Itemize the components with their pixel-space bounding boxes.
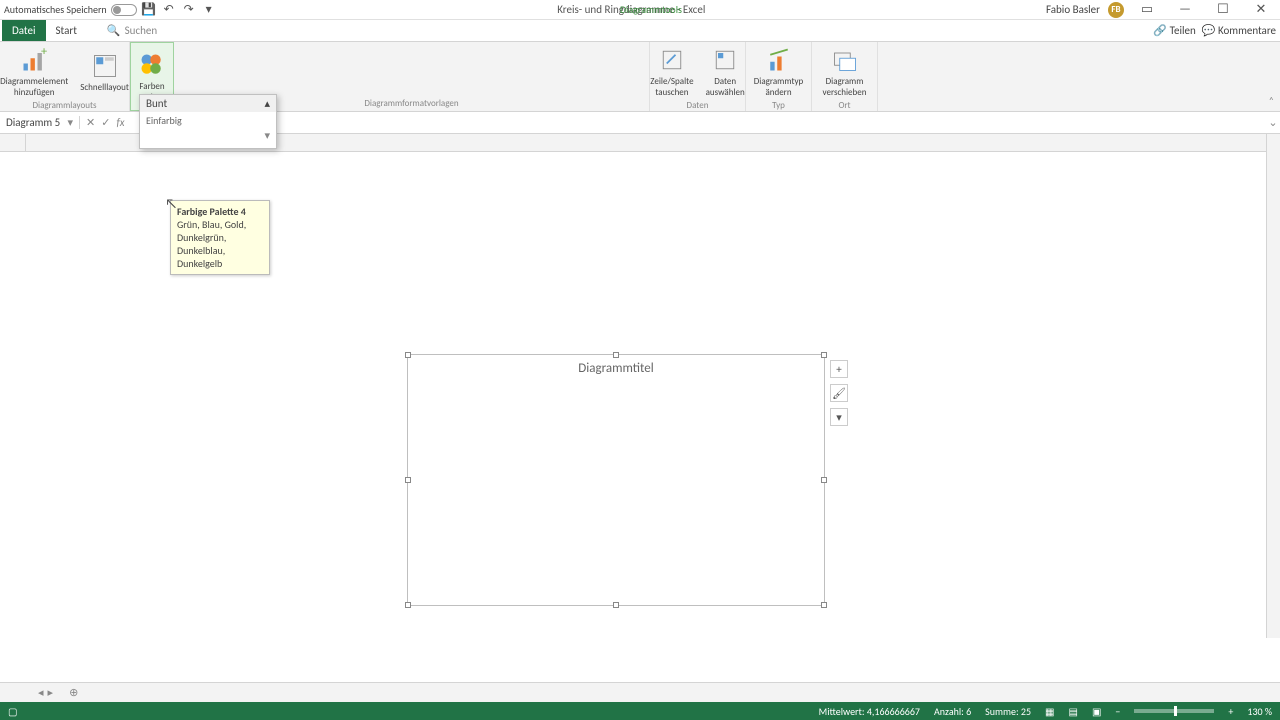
fx-icon[interactable]: fx xyxy=(116,116,124,129)
color-palette-dropdown[interactable]: Bunt▴ Einfarbig ▾ xyxy=(139,94,277,149)
palette-tooltip: Farbige Palette 4 Grün, Blau, Gold, Dunk… xyxy=(170,200,270,275)
add-chart-element-button[interactable]: + Diagrammelement hinzufügen xyxy=(0,44,72,100)
tab-file[interactable]: Datei xyxy=(2,20,46,41)
undo-icon[interactable]: ↶ xyxy=(161,2,177,18)
expand-formula-icon[interactable]: ⌄ xyxy=(1266,116,1280,129)
mouse-cursor: ↖ xyxy=(165,195,177,212)
avatar[interactable]: FB xyxy=(1108,2,1124,18)
svg-text:+: + xyxy=(41,46,47,59)
autosave-toggle[interactable]: Automatisches Speichern xyxy=(4,3,137,16)
search-box[interactable]: 🔍 Suchen xyxy=(107,24,157,37)
record-macro-icon[interactable]: ▢ xyxy=(8,705,17,718)
ribbon-tabs: Datei Start 🔍 Suchen 🔗 Teilen 💬 Kommenta… xyxy=(0,20,1280,42)
close-icon[interactable]: ✕ xyxy=(1246,2,1276,17)
qat-dropdown-icon[interactable]: ▾ xyxy=(201,2,217,18)
sheet-tab-bar: ◂ ▸ ⊕ xyxy=(0,682,1280,702)
search-icon: 🔍 xyxy=(107,24,121,37)
status-sum: Summe: 25 xyxy=(985,705,1031,718)
tab-start[interactable]: Start xyxy=(46,20,87,41)
zoom-slider[interactable] xyxy=(1134,709,1214,713)
save-icon[interactable]: 💾 xyxy=(141,2,157,18)
pie-chart[interactable] xyxy=(408,376,826,576)
group-label: Typ xyxy=(772,100,785,111)
select-data-button[interactable]: Daten auswählen xyxy=(702,44,749,100)
minimize-icon[interactable]: — xyxy=(1170,2,1200,17)
title-bar: Automatisches Speichern 💾 ↶ ↷ ▾ Kreis- u… xyxy=(0,0,1280,20)
status-average: Mittelwert: 4,166666667 xyxy=(819,705,920,718)
chart-object[interactable]: Diagrammtitel xyxy=(407,354,825,606)
collapse-ribbon-icon[interactable]: ˄ xyxy=(1269,94,1274,107)
move-chart-button[interactable]: Diagramm verschieben xyxy=(818,44,871,100)
status-bar: ▢ Mittelwert: 4,166666667 Anzahl: 6 Summ… xyxy=(0,702,1280,720)
cancel-icon[interactable]: ✕ xyxy=(86,116,95,129)
scroll-down-icon[interactable]: ▾ xyxy=(140,129,276,142)
chart-title[interactable]: Diagrammtitel xyxy=(408,355,824,376)
ribbon-options-icon[interactable]: ▭ xyxy=(1132,2,1162,17)
sheet-next-icon[interactable]: ▸ xyxy=(48,686,54,699)
status-count: Anzahl: 6 xyxy=(934,705,971,718)
group-label: Diagrammformatvorlagen xyxy=(364,98,458,109)
group-label: Daten xyxy=(687,100,709,111)
chart-elements-button[interactable]: + xyxy=(830,360,848,378)
sheet-prev-icon[interactable]: ◂ xyxy=(38,686,44,699)
maximize-icon[interactable]: ☐ xyxy=(1208,2,1238,17)
contextual-tab-label: Diagrammtools xyxy=(620,3,682,16)
select-all-corner[interactable] xyxy=(0,134,26,151)
zoom-level[interactable]: 130 % xyxy=(1247,705,1272,718)
chart-styles-button[interactable]: 🖌 xyxy=(830,384,848,402)
zoom-out-icon[interactable]: − xyxy=(1115,705,1120,718)
user-name[interactable]: Fabio Basler xyxy=(1046,3,1100,16)
zoom-in-icon[interactable]: + xyxy=(1228,705,1233,718)
share-button[interactable]: 🔗 Teilen xyxy=(1153,24,1195,37)
view-pagebreak-icon[interactable]: ▣ xyxy=(1092,705,1101,718)
group-label: Ort xyxy=(838,100,850,111)
switch-row-col-button[interactable]: Zeile/Spalte tauschen xyxy=(646,44,697,100)
vertical-scrollbar[interactable] xyxy=(1266,134,1280,638)
chart-filter-button[interactable]: ▾ xyxy=(830,408,848,426)
redo-icon[interactable]: ↷ xyxy=(181,2,197,18)
add-sheet-button[interactable]: ⊕ xyxy=(61,686,86,699)
enter-icon[interactable]: ✓ xyxy=(101,116,110,129)
scroll-up-icon[interactable]: ▴ xyxy=(264,97,270,110)
comments-button[interactable]: 💬 Kommentare xyxy=(1202,24,1276,37)
name-box[interactable]: Diagramm 5▾ xyxy=(0,116,80,129)
quick-layout-button[interactable]: Schnelllayout xyxy=(76,50,133,95)
toggle-switch[interactable] xyxy=(111,4,137,16)
view-layout-icon[interactable]: ▤ xyxy=(1069,705,1078,718)
group-label: Diagrammlayouts xyxy=(33,100,97,111)
change-chart-type-button[interactable]: Diagrammtyp ändern xyxy=(750,44,808,100)
view-normal-icon[interactable]: ▦ xyxy=(1045,705,1054,718)
